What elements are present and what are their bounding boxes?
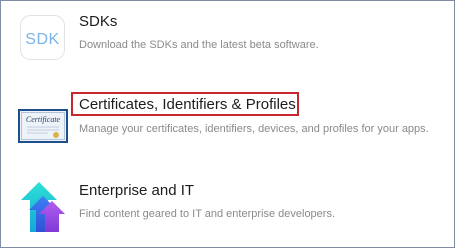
- certificates-item[interactable]: Certificate Certificates, Identifiers & …: [1, 89, 454, 159]
- developer-resources-panel: SDK SDKs Download the SDKs and the lates…: [0, 0, 455, 248]
- certificates-description: Manage your certificates, identifiers, d…: [79, 123, 429, 135]
- sdks-title[interactable]: SDKs: [79, 13, 117, 31]
- sdks-item[interactable]: SDK SDKs Download the SDKs and the lates…: [1, 1, 454, 71]
- certificate-icon-label: Certificate: [26, 115, 61, 124]
- enterprise-title[interactable]: Enterprise and IT: [79, 182, 194, 200]
- certificate-icon: Certificate: [18, 109, 68, 143]
- sdks-description: Download the SDKs and the latest beta so…: [79, 39, 319, 51]
- enterprise-arrows-icon: [21, 182, 65, 232]
- enterprise-item[interactable]: Enterprise and IT Find content geared to…: [1, 175, 454, 245]
- sdk-icon-label: SDK: [25, 31, 59, 48]
- enterprise-description: Find content geared to IT and enterprise…: [79, 208, 336, 220]
- sdk-icon: SDK: [20, 15, 65, 60]
- certificates-title[interactable]: Certificates, Identifiers & Profiles: [79, 96, 296, 114]
